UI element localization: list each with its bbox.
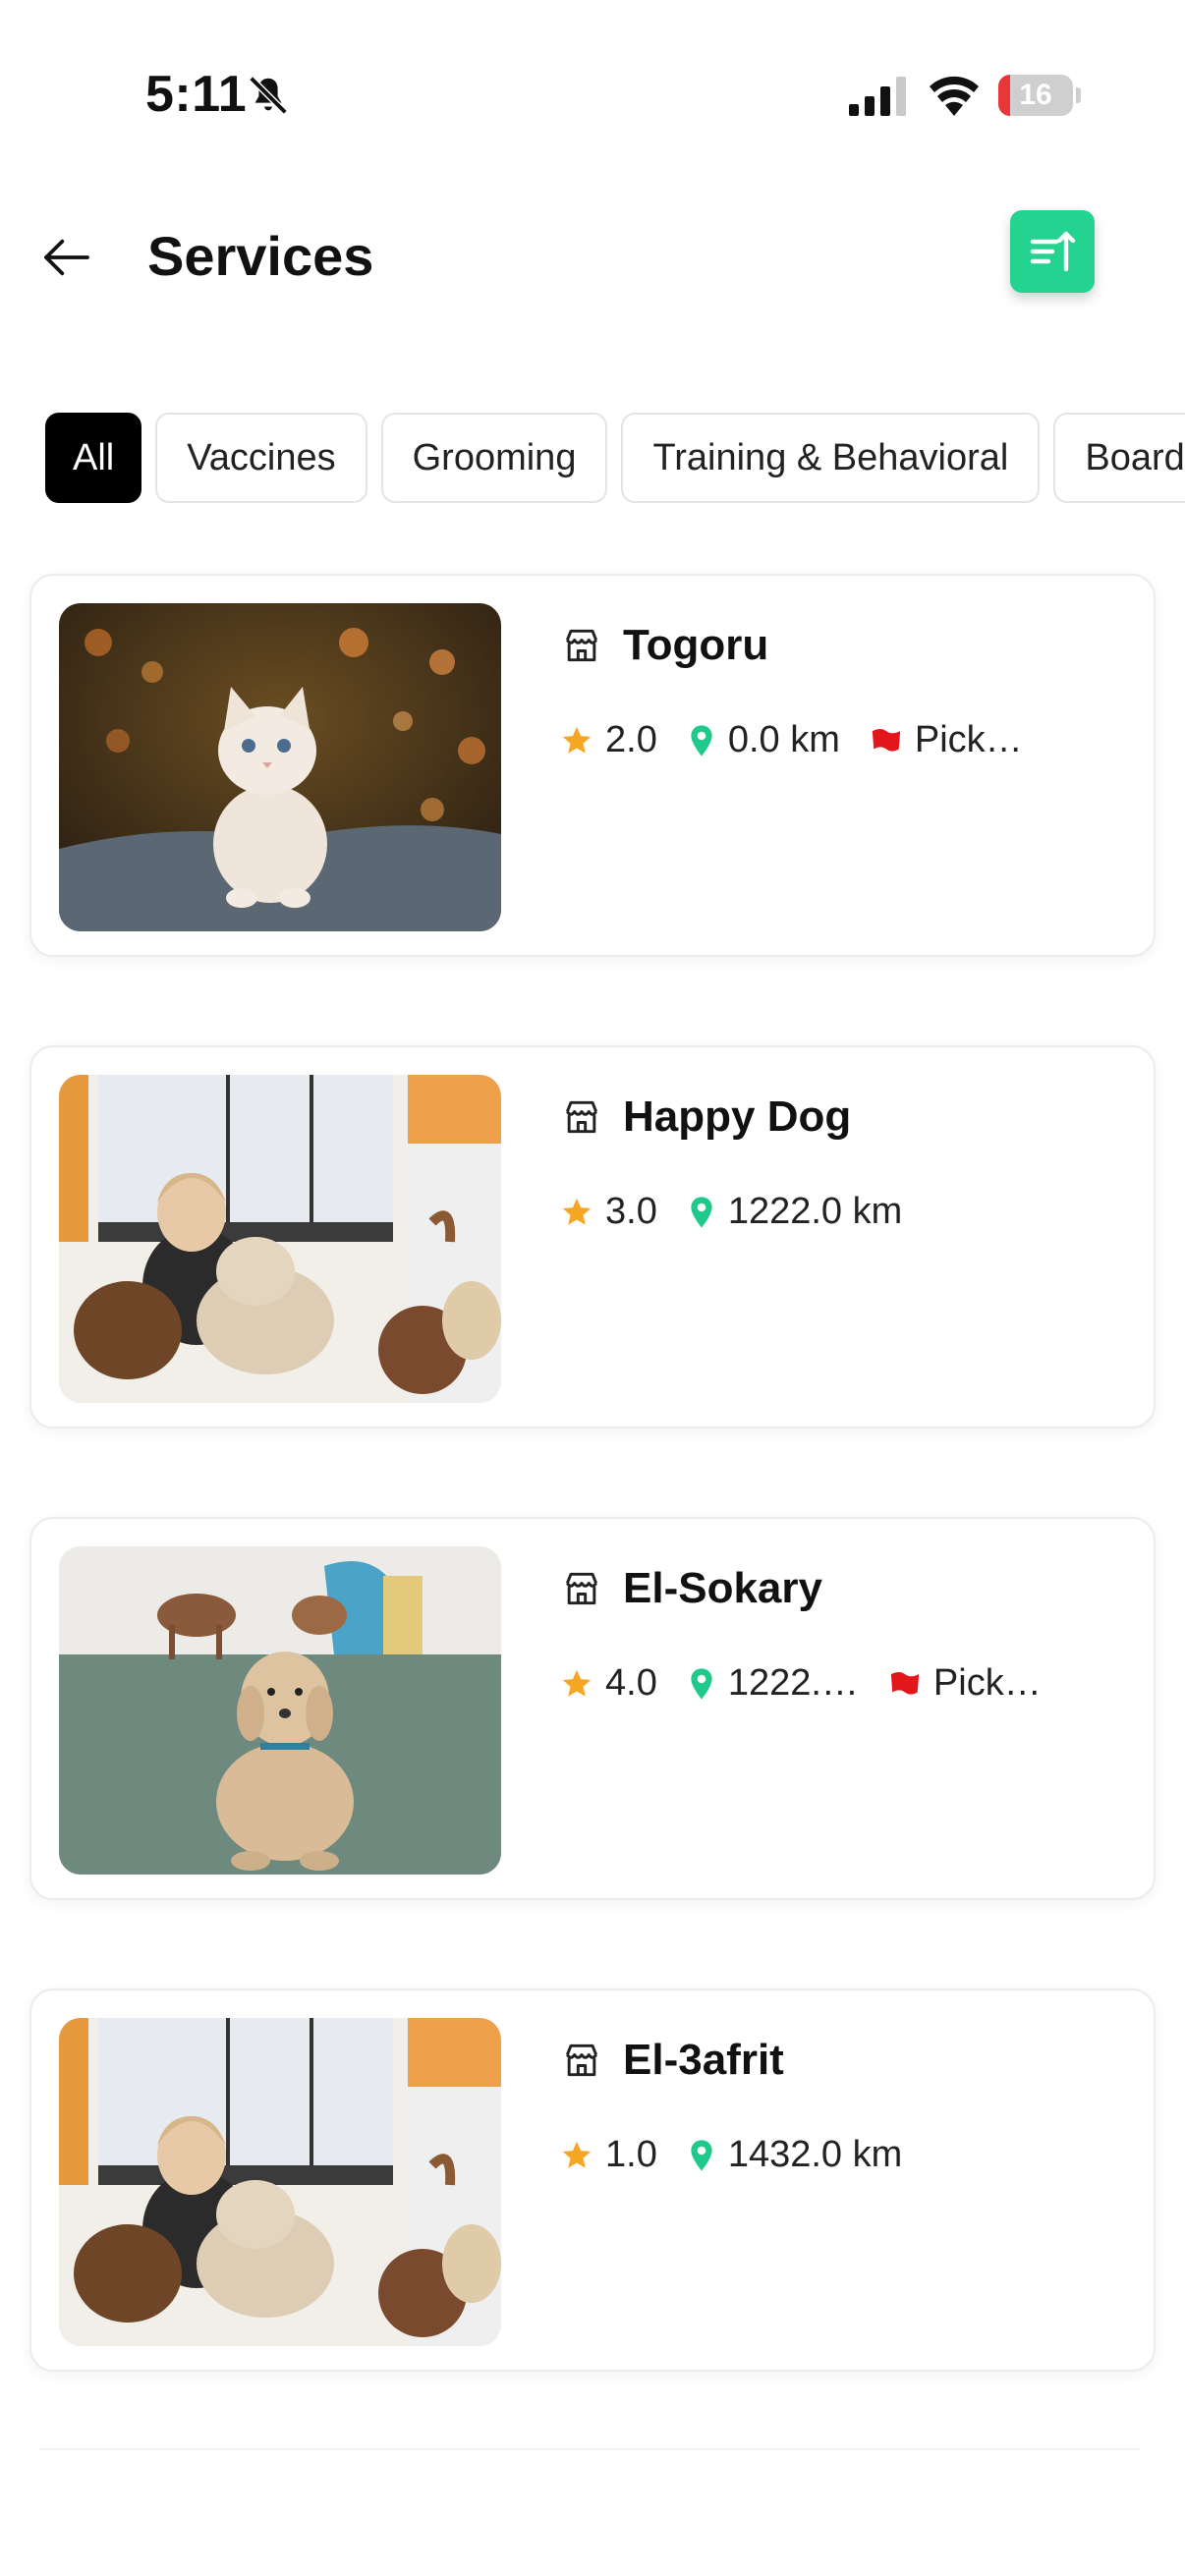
filter-chip-all[interactable]: All [45,413,142,503]
distance-value: 1432.0 km [727,2134,903,2175]
rating-value: 1.0 [605,2134,657,2175]
service-card[interactable]: El-Sokary 4.0 1222.… Pick… [29,1517,1156,1900]
location-pin-icon [691,2139,712,2171]
location-pin-icon [691,1667,712,1700]
service-name: Happy Dog [623,1092,852,1141]
star-icon [562,2141,592,2168]
service-name: El-3afrit [623,2036,784,2084]
distance-value: 1222.… [727,1662,859,1704]
filter-chip-boarding[interactable]: Boarding [1053,413,1185,503]
pickup-tag: Pick… [932,1662,1042,1704]
filter-chip-training[interactable]: Training & Behavioral [621,413,1041,503]
arrow-left-icon [44,239,89,276]
battery-indicator: 16 [998,75,1081,116]
location-pin-icon [691,724,712,756]
service-card[interactable]: Happy Dog 3.0 1222.0 km [29,1045,1156,1428]
back-button[interactable] [35,226,98,289]
poodle-photo [59,1546,501,1875]
status-bar: 5:11 16 [0,0,1185,167]
star-icon [562,726,592,754]
rating-value: 4.0 [605,1662,657,1704]
star-icon [562,1669,592,1697]
battery-percent: 16 [1019,79,1052,111]
distance-value: 1222.0 km [727,1191,903,1232]
sort-icon [1030,231,1076,272]
rating-value: 2.0 [605,719,657,760]
services-screen: 5:11 16 Services All Vaccines Grooming T… [0,0,1185,2576]
shop-icon [565,1100,598,1134]
filter-chip-grooming[interactable]: Grooming [380,413,608,503]
page-title: Services [147,225,374,287]
sort-button[interactable] [1010,210,1095,293]
service-card[interactable]: El-3afrit 1.0 1432.0 km [29,1988,1156,2372]
shop-icon [565,629,598,662]
filter-chip-vaccines[interactable]: Vaccines [155,413,367,503]
rating-value: 3.0 [605,1191,657,1232]
shop-icon [565,1572,598,1605]
daycare-photo [59,2018,501,2346]
service-name: El-Sokary [623,1564,822,1612]
location-pin-icon [691,1196,712,1228]
distance-value: 0.0 km [727,719,840,760]
star-icon [562,1198,592,1225]
wifi-icon [930,76,979,116]
bell-off-icon [249,76,288,115]
cellular-signal-icon [849,77,906,116]
list-end-divider [39,2448,1140,2450]
flag-icon [890,1671,920,1695]
shop-icon [565,2044,598,2077]
service-name: Togoru [623,621,769,669]
flag-icon [872,728,901,752]
pickup-tag: Pick… [914,719,1023,760]
status-time: 5:11 [145,66,248,123]
kitten-photo [59,603,501,931]
daycare-photo [59,1075,501,1403]
category-filter-bar: All Vaccines Grooming Training & Behavio… [45,413,1185,503]
service-card[interactable]: Togoru 2.0 0.0 km Pick… [29,574,1156,957]
